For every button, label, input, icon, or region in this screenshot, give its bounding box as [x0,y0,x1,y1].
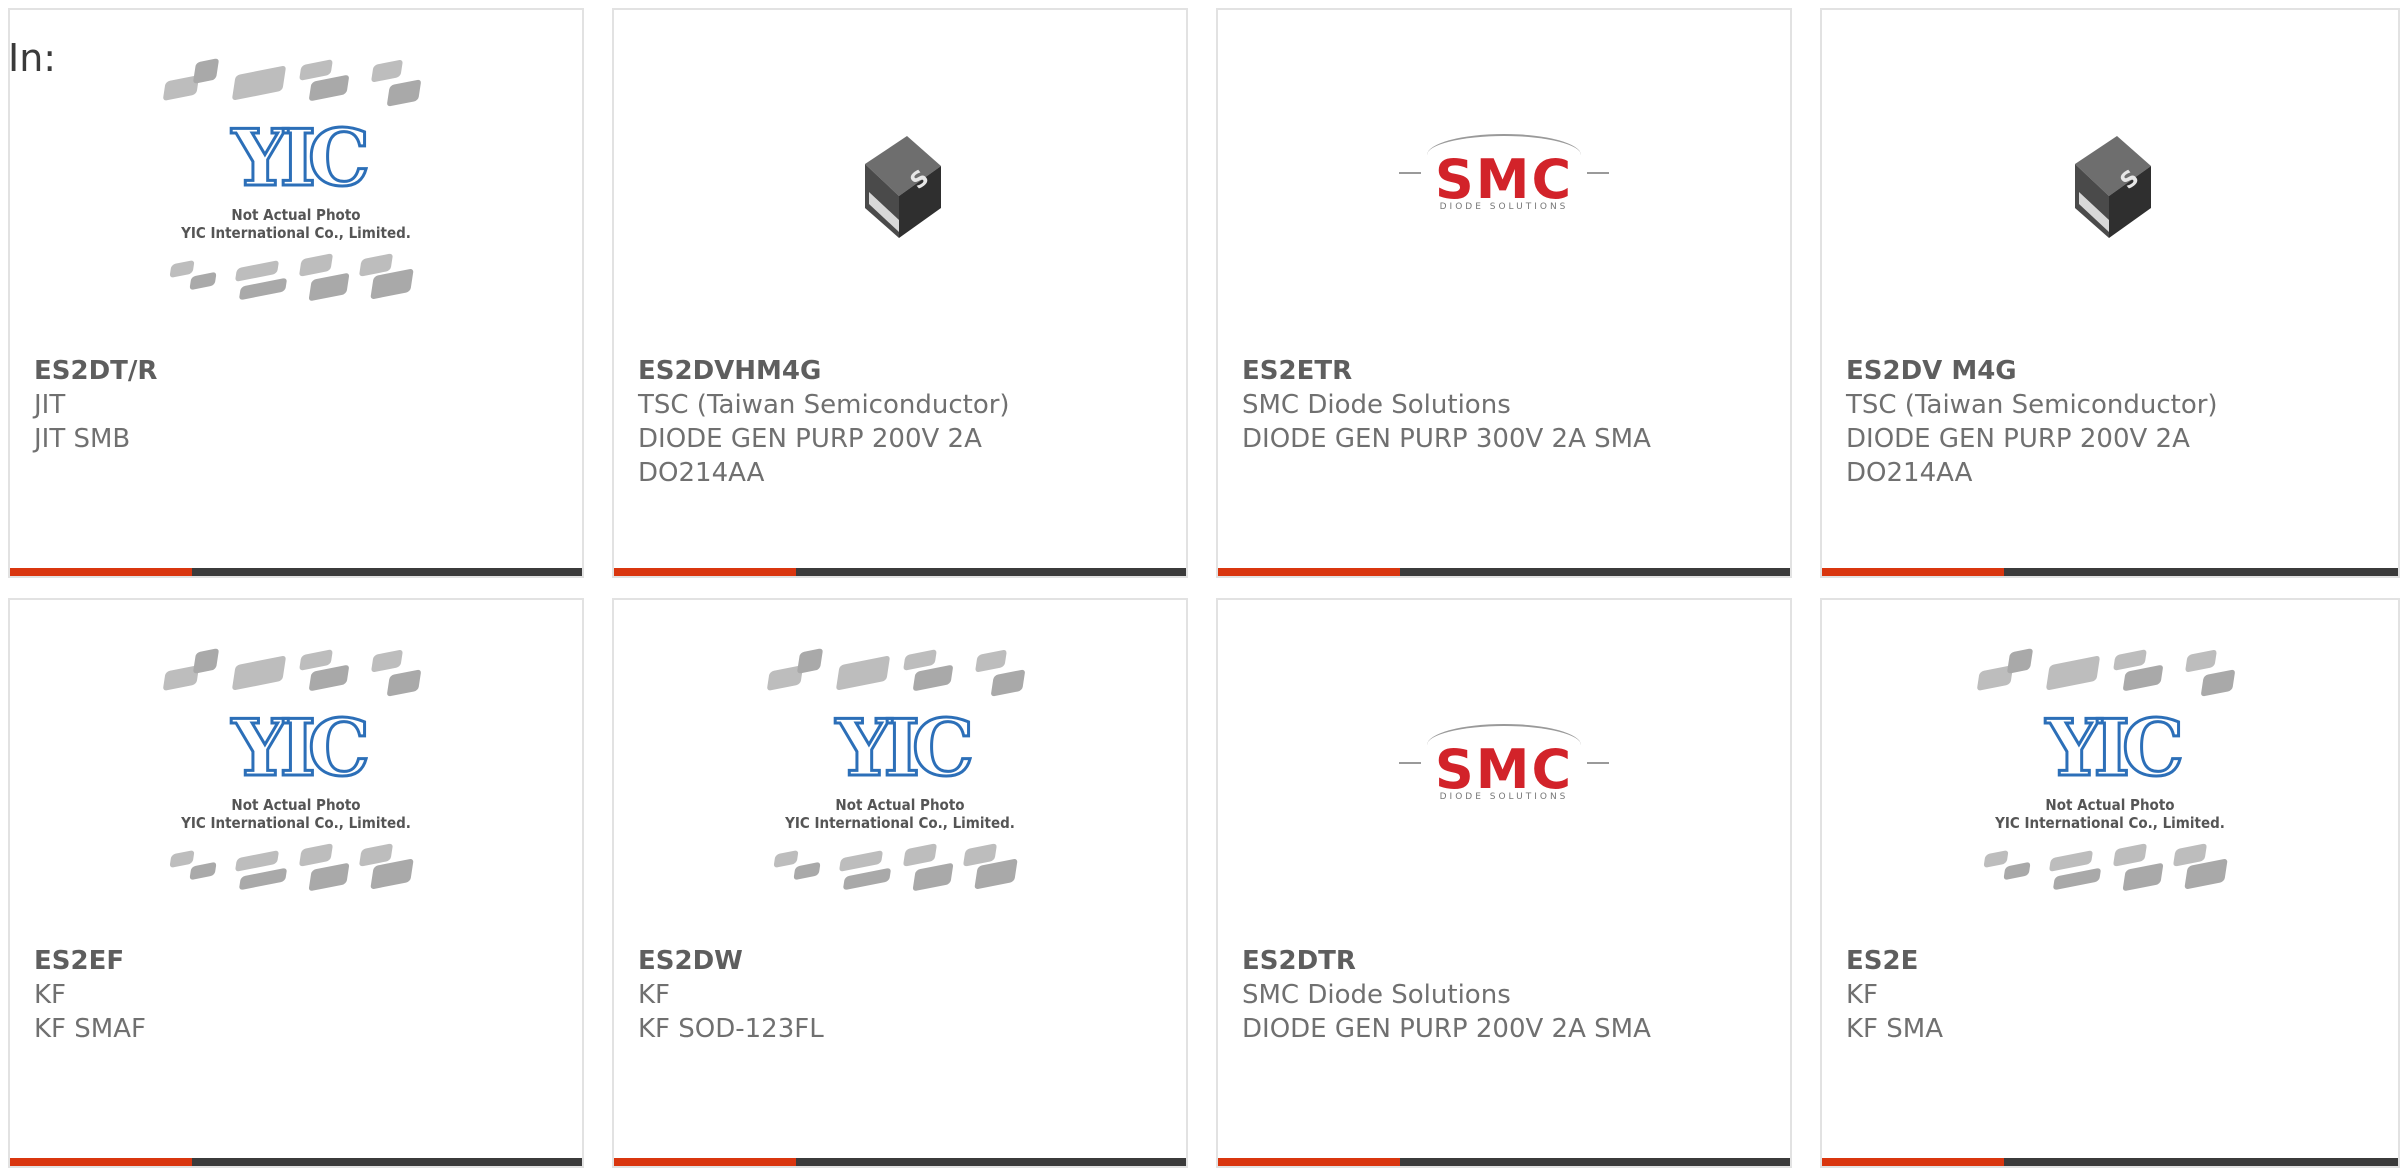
manufacturer: TSC (Taiwan Semiconductor) [638,390,1010,420]
product-grid: YIC Not Actual Photo YIC International C… [8,8,2400,1168]
product-image: YIC Not Actual Photo YIC International C… [10,10,582,350]
card-bar [1218,1158,1790,1166]
product-info: ES2DW KF KF SOD-123FL [638,944,1166,1046]
product-image: YIC Not Actual Photo YIC International C… [1822,600,2398,940]
manufacturer: KF [34,980,67,1010]
product-info: ES2E KF KF SMA [1846,944,2378,1046]
part-number[interactable]: ES2EF [34,944,562,978]
not-actual-photo-note: Not Actual Photo YIC International Co., … [785,796,1015,832]
not-actual-photo-note: Not Actual Photo YIC International Co., … [181,796,411,832]
yic-placeholder-image: YIC Not Actual Photo YIC International C… [161,57,431,302]
description: KF SOD-123FL [638,1014,824,1044]
description: DIODE GEN PURP 200V 2A [638,424,982,454]
card-bar-accent [614,568,796,576]
product-info: ES2ETR SMC Diode Solutions DIODE GEN PUR… [1242,354,1770,456]
yic-placeholder-image: YIC Not Actual Photo YIC International C… [1975,647,2245,892]
product-image: SMC DIODE SOLUTIONS [1218,600,1790,940]
card-bar-accent [1822,1158,2004,1166]
card-bar [10,1158,582,1166]
card-bar [1822,1158,2398,1166]
yic-placeholder-image: YIC Not Actual Photo YIC International C… [765,647,1035,892]
product-card[interactable]: SMC DIODE SOLUTIONS ES2DTR SMC Diode Sol… [1216,598,1792,1168]
in-label: In: [8,36,57,80]
part-number[interactable]: ES2DTR [1242,944,1770,978]
product-card[interactable]: YIC Not Actual Photo YIC International C… [8,8,584,578]
card-bar [614,1158,1186,1166]
product-card[interactable]: YIC Not Actual Photo YIC International C… [8,598,584,1168]
product-image: SMC DIODE SOLUTIONS [1218,10,1790,350]
description: DIODE GEN PURP 200V 2A SMA [1242,1014,1651,1044]
product-card[interactable]: SMC DIODE SOLUTIONS ES2ETR SMC Diode Sol… [1216,8,1792,578]
product-info: ES2DVHM4G TSC (Taiwan Semiconductor) DIO… [638,354,1166,490]
product-image: YIC Not Actual Photo YIC International C… [614,600,1186,940]
product-info: ES2DTR SMC Diode Solutions DIODE GEN PUR… [1242,944,1770,1046]
diode-chip-photo: S [865,136,941,238]
product-card[interactable]: S ES2DVHM4G TSC (Taiwan Semiconductor) D… [612,8,1188,578]
manufacturer: KF [638,980,671,1010]
product-card[interactable]: YIC Not Actual Photo YIC International C… [612,598,1188,1168]
part-number[interactable]: ES2DV M4G [1846,354,2378,388]
part-number[interactable]: ES2E [1846,944,2378,978]
card-bar-accent [10,1158,192,1166]
product-card[interactable]: YIC Not Actual Photo YIC International C… [1820,598,2400,1168]
description: KF SMAF [34,1014,146,1044]
part-number[interactable]: ES2DT/R [34,354,562,388]
yic-logo: YIC [230,113,371,204]
part-number[interactable]: ES2DVHM4G [638,354,1166,388]
smc-logo: SMC DIODE SOLUTIONS [1399,130,1609,230]
card-bar-accent [1218,568,1400,576]
yic-logo: YIC [2044,703,2185,794]
product-card[interactable]: S ES2DV M4G TSC (Taiwan Semiconductor) D… [1820,8,2400,578]
manufacturer: SMC Diode Solutions [1242,390,1511,420]
yic-logo: YIC [230,703,371,794]
card-bar-accent [1218,1158,1400,1166]
manufacturer: KF [1846,980,1879,1010]
product-info: ES2DT/R JIT JIT SMB [34,354,562,456]
card-bar [10,568,582,576]
description: JIT SMB [34,424,131,454]
card-bar-accent [10,568,192,576]
yic-placeholder-image: YIC Not Actual Photo YIC International C… [161,647,431,892]
description: KF SMA [1846,1014,1943,1044]
description: DIODE GEN PURP 300V 2A SMA [1242,424,1651,454]
product-image: YIC Not Actual Photo YIC International C… [10,600,582,940]
card-bar [614,568,1186,576]
product-info: ES2EF KF KF SMAF [34,944,562,1046]
description: DIODE GEN PURP 200V 2A [1846,424,2190,454]
card-bar-accent [614,1158,796,1166]
package: DO214AA [638,458,765,488]
part-number[interactable]: ES2DW [638,944,1166,978]
card-bar [1218,568,1790,576]
card-bar-accent [1822,568,2004,576]
card-bar [1822,568,2398,576]
part-number[interactable]: ES2ETR [1242,354,1770,388]
not-actual-photo-note: Not Actual Photo YIC International Co., … [181,206,411,242]
smc-logo: SMC DIODE SOLUTIONS [1399,720,1609,820]
manufacturer: SMC Diode Solutions [1242,980,1511,1010]
diode-chip-photo: S [2075,136,2151,238]
product-info: ES2DV M4G TSC (Taiwan Semiconductor) DIO… [1846,354,2378,490]
manufacturer: TSC (Taiwan Semiconductor) [1846,390,2218,420]
product-image: S [1822,10,2398,350]
not-actual-photo-note: Not Actual Photo YIC International Co., … [1995,796,2225,832]
package: DO214AA [1846,458,1973,488]
product-image: S [614,10,1186,350]
yic-logo: YIC [834,703,975,794]
manufacturer: JIT [34,390,66,420]
